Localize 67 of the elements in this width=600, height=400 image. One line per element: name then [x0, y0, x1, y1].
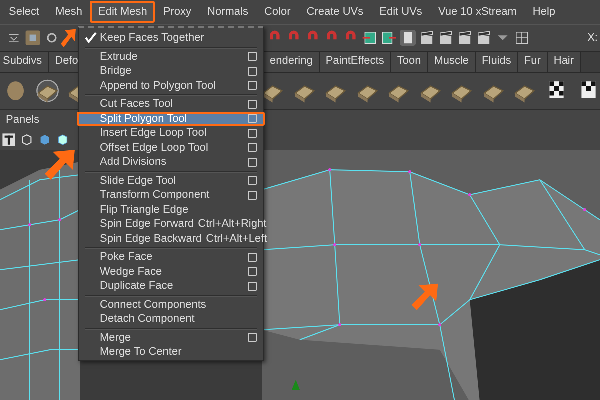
menu-item[interactable]: Add Divisions	[77, 155, 265, 170]
option-box-icon[interactable]	[248, 128, 257, 138]
option-box-icon[interactable]	[248, 158, 257, 167]
menu-bar-item[interactable]: Color	[256, 1, 299, 23]
menu-item[interactable]: Flip Triangle Edge	[77, 202, 265, 217]
menu-item[interactable]: Duplicate Face	[77, 279, 265, 294]
option-box-icon[interactable]	[248, 176, 257, 186]
clapperboard-icon[interactable]	[438, 30, 454, 46]
menu-item[interactable]: Detach Component	[77, 312, 265, 326]
menu-item[interactable]: Connect Components	[77, 298, 265, 312]
menu-bar-item[interactable]: Vue 10 xStream	[430, 1, 525, 23]
menu-bar-item[interactable]: Edit UVs	[372, 1, 430, 23]
option-box-icon[interactable]	[248, 267, 257, 276]
polygon-tool-icon[interactable]	[36, 78, 60, 104]
shelf-tab[interactable]: Toon	[391, 52, 428, 72]
option-box-icon[interactable]	[248, 190, 257, 200]
menu-bar-item[interactable]: Proxy	[155, 1, 200, 23]
annotation-arrow	[60, 28, 77, 50]
option-box-icon[interactable]	[248, 282, 257, 291]
menu-item[interactable]: Split Polygon Tool	[77, 112, 265, 126]
grid-icon[interactable]	[514, 30, 530, 46]
shelf-tab[interactable]: Muscle	[428, 52, 476, 72]
menu-bar-item[interactable]: Edit Mesh	[90, 1, 156, 23]
output-icon[interactable]	[381, 30, 397, 46]
menu-bar-item[interactable]: Select	[1, 1, 48, 23]
menu-bar-item[interactable]: Mesh	[48, 1, 90, 23]
shortcut-text: Ctrl+Alt+Right	[198, 218, 267, 230]
document-icon[interactable]	[400, 30, 416, 46]
menu-item[interactable]: Spin Edge Forward Ctrl+Alt+Right	[77, 217, 265, 232]
clapperboard-icon[interactable]	[476, 30, 492, 46]
panels-menu[interactable]: Panels	[6, 114, 40, 126]
menu-item[interactable]: Insert Edge Loop Tool	[77, 126, 265, 140]
clapperboard-icon[interactable]	[419, 30, 435, 46]
menu-item[interactable]: Slide Edge Tool	[77, 174, 265, 188]
option-box-icon[interactable]	[248, 100, 257, 109]
menu-item[interactable]: Merge	[77, 330, 265, 345]
shelf-tab[interactable]: PaintEffects	[320, 52, 392, 72]
menu-item[interactable]: Transform Component	[77, 188, 265, 202]
menu-item[interactable]: Append to Polygon Tool	[77, 78, 265, 93]
shelf-tab[interactable]: Fluids	[476, 52, 518, 72]
option-box-icon[interactable]	[248, 66, 257, 76]
menu-bar-item[interactable]: Create UVs	[298, 1, 372, 23]
input-icon[interactable]	[362, 30, 378, 46]
menu-bar-item[interactable]: Normals	[200, 1, 256, 23]
menu-item[interactable]: Cut Faces Tool	[77, 97, 265, 112]
option-box-icon[interactable]	[248, 81, 257, 90]
menu-item[interactable]: Offset Edge Loop Tool	[77, 140, 265, 155]
select-mode-icon[interactable]	[25, 30, 41, 46]
option-box-icon[interactable]	[248, 52, 257, 62]
shelf-tab[interactable]: Subdivs	[0, 52, 50, 72]
menu-item[interactable]: Poke Face	[77, 250, 265, 264]
option-box-icon[interactable]	[248, 143, 257, 152]
clapperboard-icon[interactable]	[457, 30, 473, 46]
menu-bar-item[interactable]: Help	[524, 1, 564, 23]
option-box-icon[interactable]	[248, 252, 257, 262]
menu-item[interactable]: Keep Faces Together	[77, 31, 265, 46]
shelf-tab[interactable]: Hair	[548, 52, 582, 72]
menu-item[interactable]: Wedge Face	[77, 264, 265, 279]
option-box-icon[interactable]	[248, 114, 257, 124]
shelf-tab[interactable]: Fur	[518, 52, 548, 72]
menu-item[interactable]: Spin Edge Backward Ctrl+Alt+Left	[77, 232, 265, 246]
shortcut-text: Ctrl+Alt+Left	[206, 232, 268, 245]
coordinate-label: X:	[588, 32, 599, 44]
text-icon[interactable]	[2, 133, 16, 147]
menu-item[interactable]: Merge To Center	[77, 345, 265, 360]
shelf-tab[interactable]: endering	[264, 52, 320, 72]
option-box-icon[interactable]	[248, 333, 257, 342]
